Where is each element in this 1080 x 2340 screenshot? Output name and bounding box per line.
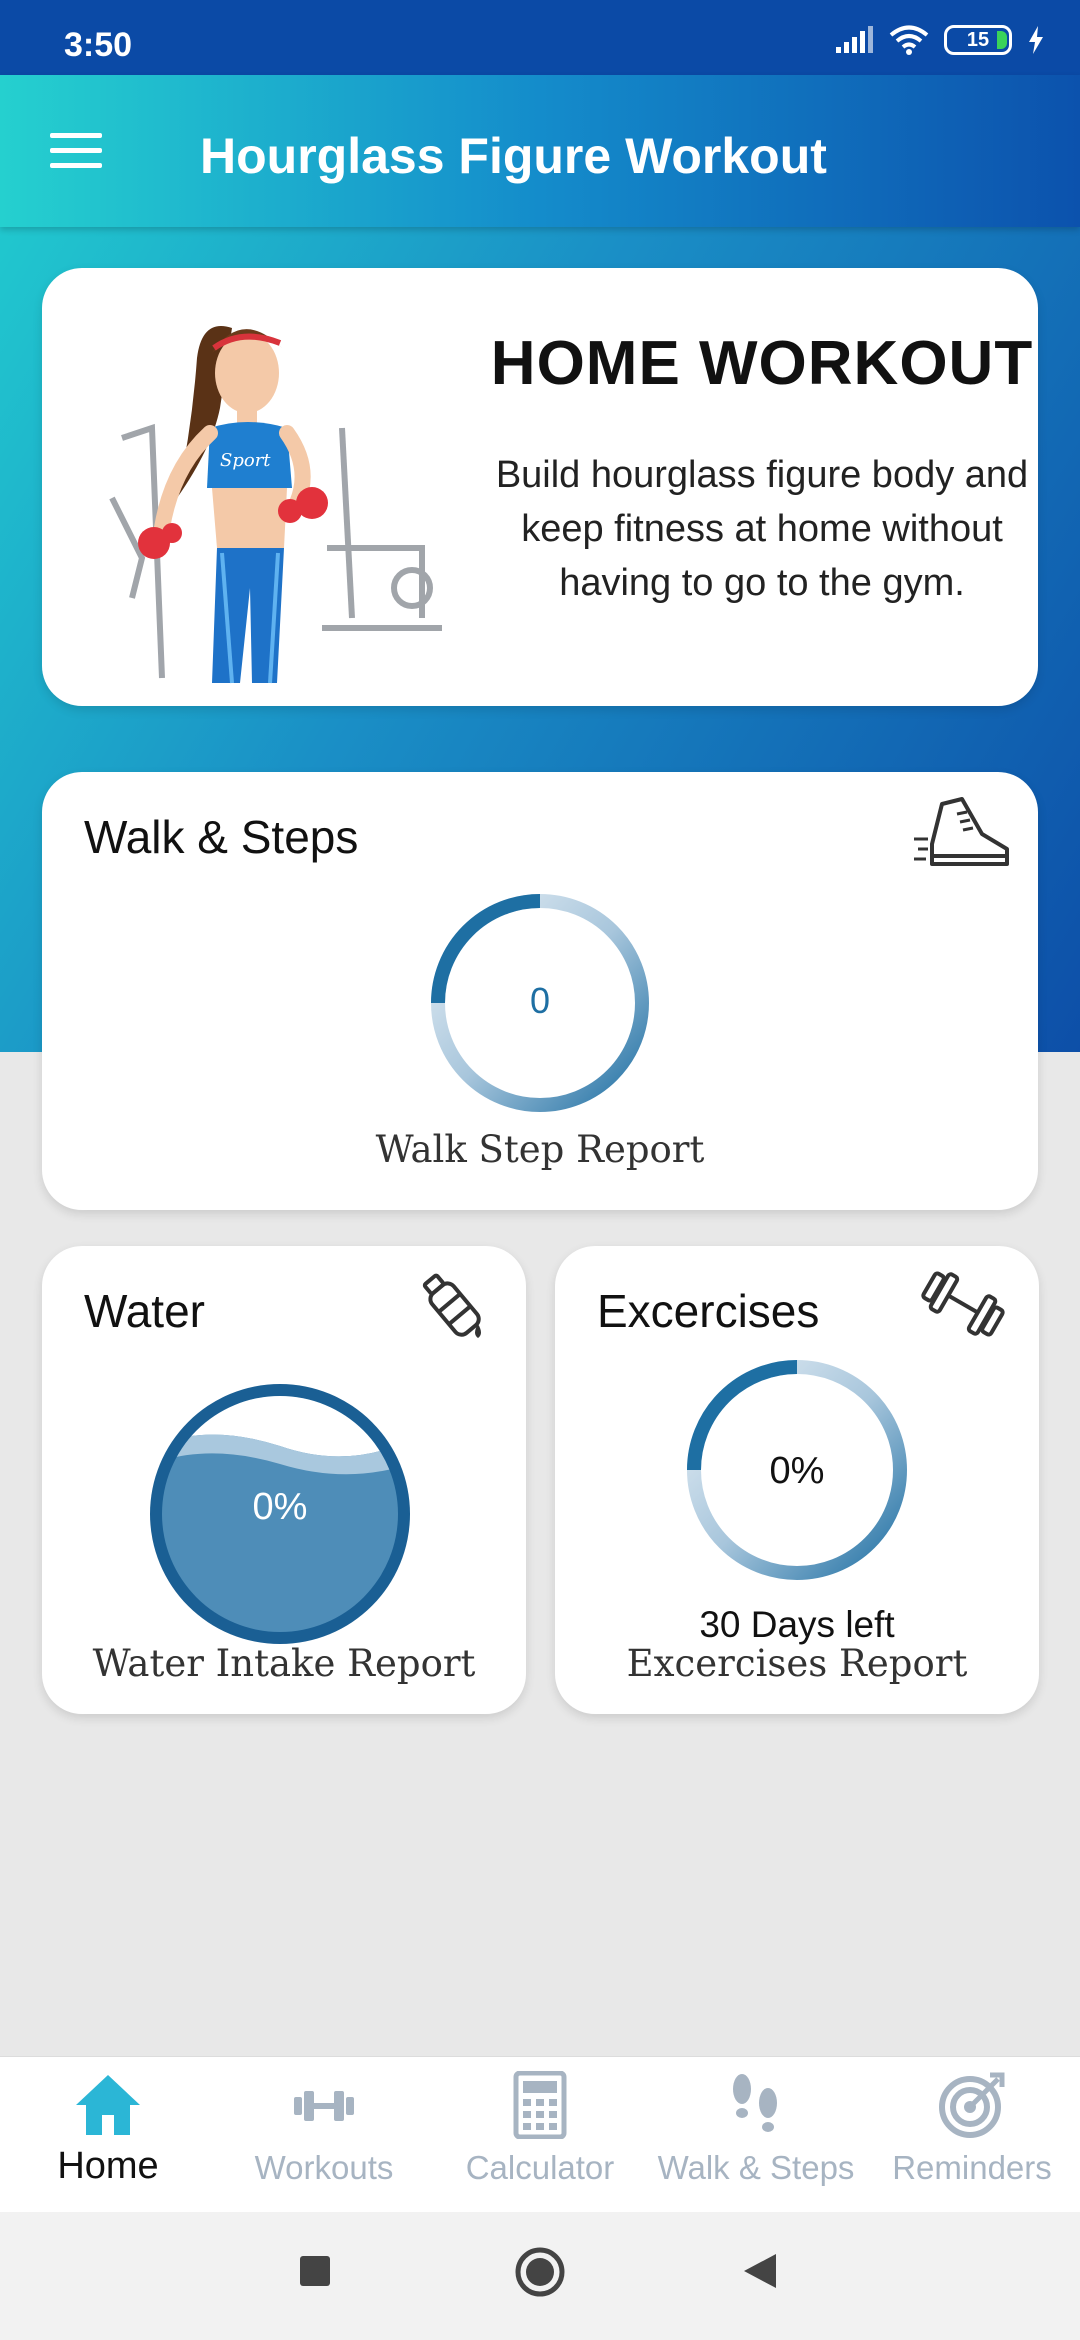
sneaker-icon	[914, 797, 1009, 866]
back-icon[interactable]	[742, 2252, 778, 2290]
bottom-navigation: Home Workouts Calculator Walk & Steps Re…	[0, 2056, 1080, 2212]
nav-calculator[interactable]: Calculator	[432, 2057, 648, 2213]
nav-walk-steps[interactable]: Walk & Steps	[648, 2057, 864, 2213]
exercises-report-label: Excercises Report	[626, 1642, 968, 1685]
battery-level: 15	[966, 29, 990, 51]
walk-step-report-label: Walk Step Report	[375, 1128, 705, 1171]
charging-icon	[1029, 26, 1043, 54]
water-card[interactable]: Water 0% Water Intake Report	[42, 1246, 526, 1714]
footsteps-icon	[733, 2074, 777, 2132]
exercises-card[interactable]: Excercises 0% 30 Days left Excercises Re…	[555, 1246, 1039, 1714]
nav-workouts[interactable]: Workouts	[216, 2057, 432, 2213]
fitness-woman-illustration: Sport	[109, 326, 442, 684]
nav-workouts-label: Workouts	[254, 2149, 394, 2186]
water-percentage: 0%	[252, 1486, 308, 1528]
banner-heading: HOME WORKOUT	[490, 329, 1034, 398]
home-icon	[76, 2075, 140, 2135]
home-workout-banner[interactable]: Sport HOME WORKOUT Build hourglass figur…	[42, 268, 1038, 706]
nav-reminders-label: Reminders	[892, 2149, 1052, 2186]
calculator-icon	[513, 2071, 567, 2139]
status-icons: 15	[834, 22, 1046, 58]
hamburger-menu-icon[interactable]	[50, 133, 102, 169]
nav-home[interactable]: Home	[0, 2057, 216, 2213]
nav-calculator-label: Calculator	[465, 2149, 615, 2186]
home-button-icon[interactable]	[514, 2246, 566, 2298]
target-icon	[939, 2072, 1005, 2138]
exercise-percentage: 0%	[769, 1450, 825, 1492]
water-card-title: Water	[84, 1285, 205, 1337]
water-bottle-icon	[422, 1273, 481, 1338]
nav-walk-steps-label: Walk & Steps	[657, 2149, 855, 2186]
recent-apps-icon[interactable]	[298, 2254, 332, 2288]
system-navigation-bar	[0, 2212, 1080, 2340]
app-bar: Hourglass Figure Workout	[0, 75, 1080, 227]
nav-reminders[interactable]: Reminders	[864, 2057, 1080, 2213]
nav-home-label: Home	[57, 2145, 159, 2187]
water-intake-report-label: Water Intake Report	[92, 1642, 476, 1685]
svg-text:Sport: Sport	[220, 450, 271, 471]
battery-icon: 15	[944, 25, 1012, 55]
status-time: 3:50	[64, 26, 133, 64]
status-bar: 3:50 15	[0, 0, 1080, 75]
days-left-label: 30 Days left	[699, 1604, 895, 1645]
walk-steps-card[interactable]: Walk & Steps 0 Walk Step Report	[42, 772, 1038, 1210]
wifi-icon	[889, 25, 929, 55]
dumbbell-icon	[294, 2091, 354, 2121]
steps-card-title: Walk & Steps	[84, 811, 359, 863]
banner-description: Build hourglass figure body and keep fit…	[495, 454, 1029, 604]
dumbbell-icon	[921, 1271, 1005, 1337]
exercises-card-title: Excercises	[597, 1285, 820, 1337]
app-title: Hourglass Figure Workout	[200, 128, 827, 184]
signal-icon	[836, 26, 873, 53]
steps-count: 0	[529, 980, 551, 1021]
